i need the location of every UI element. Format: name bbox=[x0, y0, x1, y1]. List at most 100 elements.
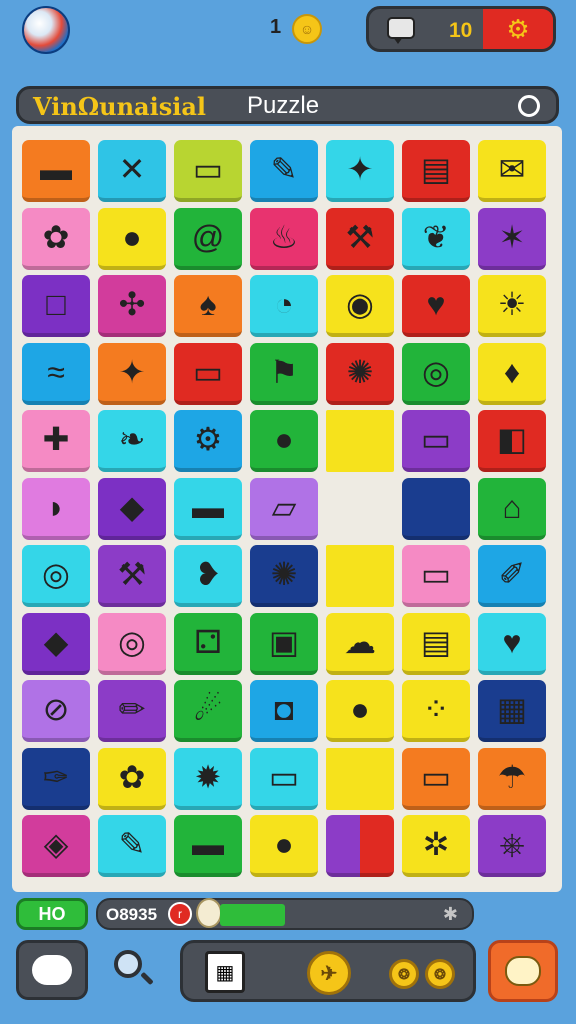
gear-icon: ⚙ bbox=[506, 13, 530, 44]
tile-bird[interactable]: ✦ bbox=[326, 140, 394, 202]
tile-ball[interactable]: ● bbox=[250, 815, 318, 877]
tile-white-box[interactable]: ▭ bbox=[174, 342, 242, 405]
tile-coil[interactable]: ◎ bbox=[22, 545, 90, 607]
coin-button-2[interactable]: ❂ bbox=[425, 959, 455, 989]
tile-spotted-card[interactable]: ▦ bbox=[478, 680, 546, 742]
tile-cloud[interactable]: ☁ bbox=[326, 612, 394, 675]
tile-spiral[interactable]: @ bbox=[174, 207, 242, 270]
search-icon[interactable] bbox=[114, 950, 142, 978]
tile-clip[interactable]: ⎈ bbox=[478, 815, 546, 877]
tile-target[interactable]: ◎ bbox=[402, 342, 470, 405]
tile-axe[interactable]: ⚒ bbox=[98, 545, 166, 607]
tile-empty[interactable] bbox=[326, 477, 394, 540]
tile-label[interactable]: ▭ bbox=[402, 545, 470, 607]
tile-marker[interactable]: ✐ bbox=[478, 545, 546, 607]
tile-yellow-block[interactable] bbox=[326, 545, 394, 607]
tile-balloon[interactable]: ♠ bbox=[174, 275, 242, 337]
tile-spiky-flower[interactable]: ✲ bbox=[402, 815, 470, 877]
tile-sparkle-star[interactable]: ✦ bbox=[98, 342, 166, 405]
tile-gear[interactable]: ⚙ bbox=[174, 410, 242, 472]
tile-dark-blue[interactable] bbox=[402, 477, 470, 540]
tile-envelope[interactable]: ✉ bbox=[478, 140, 546, 202]
plane-icon: ✈ bbox=[320, 962, 338, 985]
tile-swirl-ball[interactable]: ● bbox=[98, 207, 166, 270]
tile-yellow-bar[interactable]: ▬ bbox=[174, 477, 242, 540]
tile-ruler[interactable]: ▭ bbox=[174, 140, 242, 202]
tile-box[interactable]: ◆ bbox=[98, 477, 166, 540]
tile-apple[interactable]: ♥ bbox=[478, 612, 546, 675]
cloud-icon bbox=[32, 955, 72, 985]
tile-star-flower[interactable]: ✿ bbox=[22, 207, 90, 270]
tile-blank-yellow[interactable] bbox=[326, 410, 394, 472]
coin-button-1[interactable]: ❂ bbox=[389, 959, 419, 989]
coin-plane-button[interactable]: ✈ bbox=[307, 951, 351, 995]
tile-flag-card[interactable]: ▭ bbox=[250, 747, 318, 810]
tile-rings[interactable]: ◎ bbox=[98, 612, 166, 675]
tile-sun-burst[interactable]: ✹ bbox=[174, 747, 242, 810]
tile-arrows[interactable]: ✣ bbox=[98, 275, 166, 337]
tile-leaf-green[interactable]: ❧ bbox=[98, 410, 166, 472]
chat-icon[interactable] bbox=[387, 17, 415, 44]
tile-pencil[interactable]: ✏ bbox=[98, 680, 166, 742]
tile-square[interactable]: □ bbox=[22, 275, 90, 337]
tile-sun[interactable]: ☀ bbox=[478, 275, 546, 337]
tile-red-flag[interactable]: ⚑ bbox=[250, 342, 318, 405]
tile-chip[interactable]: ◈ bbox=[22, 815, 90, 877]
tile-blue-ball[interactable]: ● bbox=[326, 680, 394, 742]
tile-dice[interactable]: ⚁ bbox=[174, 612, 242, 675]
tile-yellow-strip[interactable] bbox=[326, 747, 394, 810]
tile-virus[interactable]: ✺ bbox=[250, 545, 318, 607]
tile-bean[interactable]: ◔ bbox=[250, 275, 318, 337]
hint-button[interactable] bbox=[488, 940, 558, 1002]
tile-ticket[interactable]: ▤ bbox=[402, 612, 470, 675]
tile-geode[interactable]: ◆ bbox=[22, 612, 90, 675]
coin-count: 1 bbox=[270, 16, 282, 38]
tile-card-small[interactable]: ▭ bbox=[402, 410, 470, 472]
tile-fish[interactable]: ≈ bbox=[22, 342, 90, 405]
tile-cross[interactable]: ✕ bbox=[98, 140, 166, 202]
tile-scroll[interactable]: ▱ bbox=[250, 477, 318, 540]
tile-stripe-ball[interactable]: ⊘ bbox=[22, 680, 90, 742]
tile-badge[interactable]: ✺ bbox=[326, 342, 394, 405]
tile-umbrella[interactable]: ☂ bbox=[478, 747, 546, 810]
coin-icon: ❂ bbox=[434, 965, 446, 982]
cloud-button[interactable] bbox=[16, 940, 88, 1000]
tile-red-ball[interactable]: ● bbox=[250, 410, 318, 472]
tile-purple-red[interactable] bbox=[326, 815, 394, 877]
tile-scroll-paper[interactable]: ▭ bbox=[402, 747, 470, 810]
tile-knife[interactable]: ✑ bbox=[22, 747, 90, 810]
game-name: VinΩunaisial bbox=[33, 92, 206, 121]
progress-knob[interactable] bbox=[196, 898, 222, 928]
tile-orb[interactable]: ◉ bbox=[326, 275, 394, 337]
coin-icon: ☺ bbox=[292, 14, 322, 44]
tile-cross-bone[interactable]: ✚ bbox=[22, 410, 90, 472]
tile-paint-brush[interactable]: ✎ bbox=[250, 140, 318, 202]
tile-house[interactable]: ⌂ bbox=[478, 477, 546, 540]
tile-cake[interactable]: ♨ bbox=[250, 207, 318, 270]
tile-sparkle[interactable]: ✶ bbox=[478, 207, 546, 270]
tile-flag[interactable]: ▬ bbox=[22, 140, 90, 202]
progress-label: O8935 bbox=[106, 905, 158, 924]
menu-circle-icon[interactable] bbox=[518, 95, 540, 117]
tile-flag-green[interactable]: ▬ bbox=[174, 815, 242, 877]
puzzle-board: ▬ ✕ ▭ ✎ ✦ ▤ ✉ ✿ ● @ ♨ ⚒ ❦ ✶ □ ✣ ♠ ◔ ◉ ♥ ☀ ≈ ✦ ▭ ⚑ ✺ ◎ ♦ ✚ ❧ ⚙ ● ▭ ◧ ◗ ◆ ▬ ▱ ⌂ ◎… bbox=[12, 126, 562, 892]
tile-comet[interactable]: ☄ bbox=[174, 680, 242, 742]
tile-shell[interactable]: ◗ bbox=[22, 477, 90, 540]
tile-radio[interactable]: ▣ bbox=[250, 612, 318, 675]
settings-button[interactable]: ⚙ bbox=[483, 9, 553, 49]
map-icon[interactable]: ▦ bbox=[205, 951, 245, 993]
progress-marker-icon: r bbox=[168, 902, 192, 926]
tile-carrot[interactable]: ✎ bbox=[98, 815, 166, 877]
tile-hammer[interactable]: ⚒ bbox=[326, 207, 394, 270]
tile-cup[interactable]: ◧ bbox=[478, 410, 546, 472]
tile-leaf[interactable]: ❦ bbox=[402, 207, 470, 270]
tile-cheese[interactable]: ⁘ bbox=[402, 680, 470, 742]
tile-bird-pink[interactable]: ❥ bbox=[174, 545, 242, 607]
tile-bag[interactable]: ◘ bbox=[250, 680, 318, 742]
game-logo[interactable] bbox=[22, 6, 70, 54]
tile-ice-cream[interactable]: ♦ bbox=[478, 342, 546, 405]
tile-red-blob[interactable]: ✿ bbox=[98, 747, 166, 810]
speech-bubble-icon bbox=[505, 956, 541, 986]
tile-card[interactable]: ▤ bbox=[402, 140, 470, 202]
tile-heart[interactable]: ♥ bbox=[402, 275, 470, 337]
